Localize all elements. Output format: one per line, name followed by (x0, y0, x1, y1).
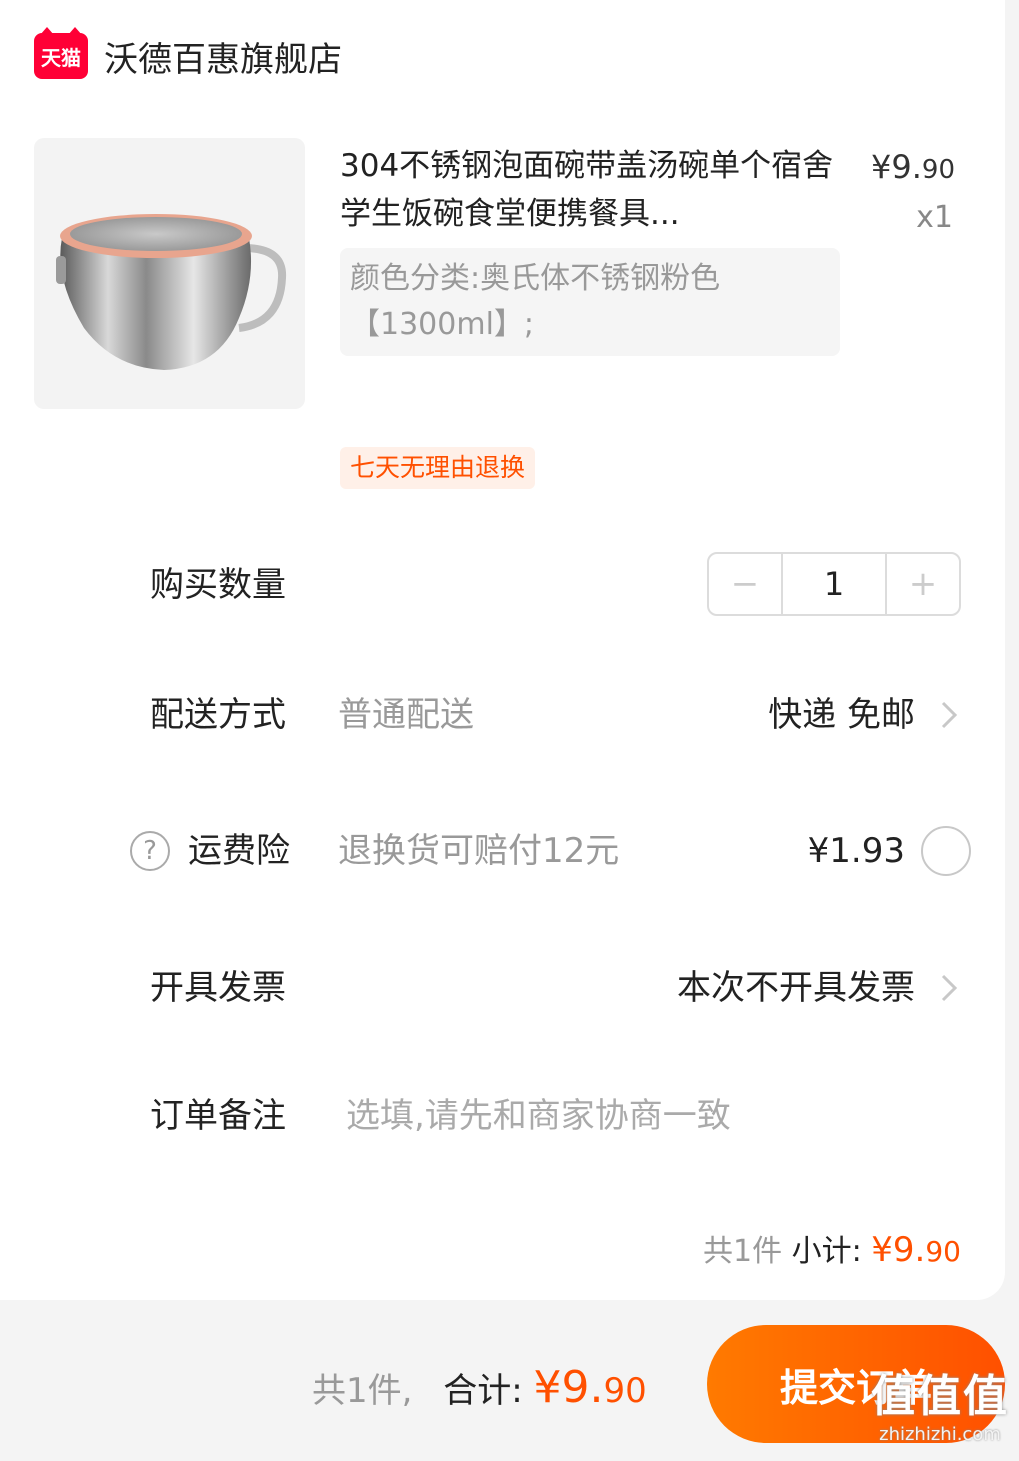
quantity-stepper: − 1 + (707, 552, 961, 616)
store-header[interactable]: 天猫 沃德百惠旗舰店 (34, 27, 342, 82)
subtotal-amount-decimal: 90 (925, 1235, 961, 1268)
product-price-main: ¥9. (871, 148, 922, 186)
subtotal-label: 小计: (791, 1234, 862, 1269)
watermark-url: zhizhizhi.com (879, 1424, 1001, 1445)
delivery-method: 普通配送 (338, 695, 474, 735)
insurance-label: 运费险 (188, 831, 290, 871)
product-title[interactable]: 304不锈钢泡面碗带盖汤碗单个宿舍学生饭碗食堂便携餐具... (340, 142, 840, 238)
shipping-insurance-row: ? 运费险 退换货可赔付12元 ¥1.93 (0, 821, 1005, 881)
subtotal-amount: ¥9.90 (871, 1230, 961, 1270)
delivery-row[interactable]: 配送方式 普通配送 快递 免邮 (0, 685, 1005, 745)
invoice-row[interactable]: 开具发票 本次不开具发票 (0, 958, 1005, 1018)
total-amount: ¥9.90 (534, 1362, 647, 1413)
subtotal: 共1件 小计: ¥9.90 (703, 1228, 961, 1274)
product-price-decimal: 90 (921, 155, 955, 185)
return-policy-tag: 七天无理由退换 (340, 447, 536, 489)
product-sku: 颜色分类:奥氏体不锈钢粉色【1300ml】; (340, 248, 840, 356)
insurance-price: ¥1.93 (807, 831, 905, 871)
radio-unchecked-icon[interactable] (921, 826, 971, 876)
order-total: 共1件, 合计: ¥9.90 (312, 1360, 647, 1419)
product-quantity: x1 (916, 200, 953, 235)
remark-row: 订单备注 (0, 1086, 1005, 1146)
invoice-value: 本次不开具发票 (677, 968, 915, 1008)
chevron-right-icon (941, 701, 958, 729)
order-card: 天猫 沃德百惠旗舰店 304不锈钢泡面碗带盖汤碗单个宿舍学生饭碗食堂便携餐具..… (0, 0, 1005, 1300)
total-amount-decimal: 90 (603, 1371, 647, 1411)
watermark: 值值值 zhizhizhi.com (871, 1360, 1009, 1445)
product-price: ¥9.90 (871, 148, 955, 186)
insurance-description: 退换货可赔付12元 (338, 831, 620, 871)
quantity-label: 购买数量 (150, 565, 286, 605)
total-amount-main: ¥9. (533, 1362, 604, 1413)
increment-button[interactable]: + (887, 554, 959, 614)
total-count: 共1件, (312, 1371, 413, 1411)
delivery-value: 快递 免邮 (768, 695, 915, 735)
remark-input[interactable] (346, 1086, 946, 1146)
tmall-logo-icon: 天猫 (34, 27, 88, 79)
total-label: 合计: (443, 1371, 523, 1411)
subtotal-count: 共1件 (702, 1234, 783, 1269)
subtotal-amount-main: ¥9. (871, 1230, 926, 1270)
chevron-right-icon (941, 974, 958, 1002)
store-name[interactable]: 沃德百惠旗舰店 (104, 32, 342, 81)
question-circle-icon[interactable]: ? (130, 831, 170, 871)
remark-label: 订单备注 (150, 1096, 286, 1136)
watermark-logo: 值值值 (871, 1371, 1009, 1422)
decrement-button[interactable]: − (709, 554, 781, 614)
delivery-label: 配送方式 (150, 695, 286, 735)
product-image[interactable] (34, 138, 305, 409)
invoice-label: 开具发票 (150, 968, 286, 1008)
quantity-value[interactable]: 1 (781, 554, 887, 614)
